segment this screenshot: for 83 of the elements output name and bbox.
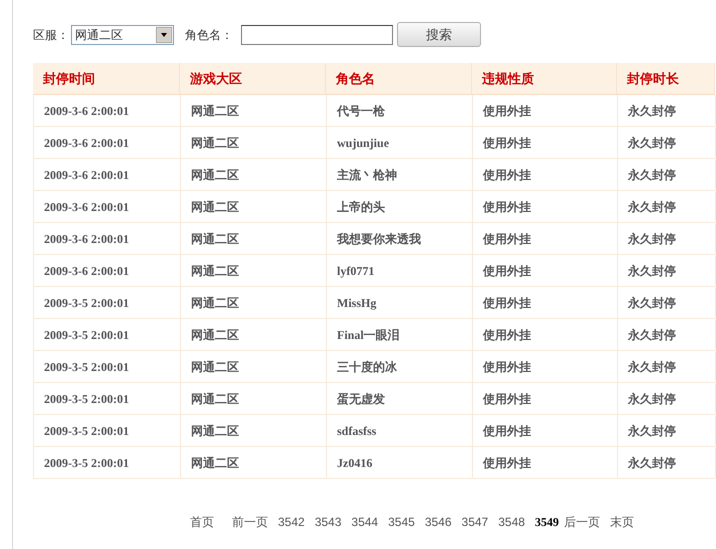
table-cell-text: MissHg [337, 294, 376, 312]
table-cell-text: 2009-3-6 2:00:01 [44, 230, 129, 248]
table-cell-text: 网通二区 [191, 102, 239, 120]
table-cell-text: 2009-3-6 2:00:01 [44, 134, 129, 152]
table-cell-text: 代号一枪 [337, 102, 385, 120]
table-cell-text: 2009-3-5 2:00:01 [44, 358, 129, 376]
table-cell-text: 网通二区 [191, 326, 239, 344]
table-cell-text: sdfasfss [337, 422, 376, 440]
table-cell-text: 使用外挂 [483, 166, 531, 184]
column-header: 角色名 [336, 70, 375, 88]
table-cell-text: 网通二区 [191, 454, 239, 472]
table-cell-text: 三十度的冰 [337, 358, 397, 376]
table-cell-text: 网通二区 [191, 166, 239, 184]
table-cell-text: 网通二区 [191, 294, 239, 312]
table-cell-text: 上帝的头 [337, 198, 385, 216]
column-header: 游戏大区 [190, 70, 242, 88]
table-cell-text: 网通二区 [191, 422, 239, 440]
table-cell-text: 使用外挂 [483, 390, 531, 408]
table-cell-text: wujunjiue [337, 134, 390, 152]
column-header: 违规性质 [482, 70, 534, 88]
page-link[interactable]: 3546 [424, 513, 452, 531]
table-cell-text: 使用外挂 [483, 294, 531, 312]
table-cell-text: 永久封停 [628, 358, 676, 376]
table-cell-text: 永久封停 [628, 198, 676, 216]
table-cell-text: 永久封停 [628, 390, 676, 408]
table-cell-text: 永久封停 [628, 294, 676, 312]
page-link[interactable]: 3548 [498, 513, 525, 531]
table-cell-text: 永久封停 [628, 422, 676, 440]
table-cell-text: Final一眼泪 [337, 326, 400, 344]
table-cell-text: 2009-3-6 2:00:01 [44, 262, 129, 280]
table-cell-text: 永久封停 [628, 326, 676, 344]
search-button[interactable]: 搜索 [397, 22, 481, 47]
table-cell-text: 使用外挂 [483, 198, 531, 216]
server-select[interactable]: 网通二区 [71, 24, 174, 44]
table-cell-text: 网通二区 [191, 358, 239, 376]
table-cell-text: 网通二区 [191, 262, 239, 280]
page-link[interactable]: 3549 [534, 513, 559, 531]
character-name-field[interactable] [241, 24, 393, 44]
table-cell-text: 永久封停 [628, 262, 676, 280]
table-cell-text: 2009-3-5 2:00:01 [44, 326, 129, 344]
table-cell-text: 使用外挂 [483, 422, 531, 440]
table-cell-text: 网通二区 [191, 198, 239, 216]
page-link[interactable]: 首页 [190, 513, 214, 531]
column-header: 封停时间 [43, 70, 95, 88]
page-link[interactable]: 3542 [278, 513, 305, 531]
table-cell-text: 永久封停 [628, 454, 676, 472]
table-cell-text: 使用外挂 [483, 454, 531, 472]
table-cell-text: 使用外挂 [483, 134, 531, 152]
dropdown-arrow-icon [156, 26, 172, 42]
table-cell-text: 永久封停 [628, 102, 676, 120]
column-header: 封停时长 [627, 70, 679, 88]
page-link[interactable]: 后一页 [564, 513, 600, 531]
server-label: 区服： [33, 26, 69, 44]
character-name-label: 角色名： [185, 26, 233, 44]
table-cell-text: 蛋无虚发 [337, 390, 385, 408]
page-link[interactable]: 3544 [351, 513, 378, 531]
page-link[interactable]: 3545 [388, 513, 415, 531]
table-cell-text: 主流丶枪神 [337, 166, 397, 184]
page-link[interactable]: 3543 [314, 513, 342, 531]
table-cell-text: 2009-3-6 2:00:01 [44, 166, 129, 184]
page-link[interactable]: 3547 [462, 513, 488, 531]
page-link[interactable]: 末页 [610, 513, 634, 531]
table-cell-text: 网通二区 [191, 230, 239, 248]
table-cell-text: 永久封停 [628, 134, 676, 152]
table-cell-text: 2009-3-5 2:00:01 [44, 390, 129, 408]
table-cell-text: lyf0771 [337, 262, 374, 280]
table-cell-text: 2009-3-6 2:00:01 [44, 102, 129, 120]
table-cell-text: 2009-3-5 2:00:01 [44, 454, 129, 472]
table-cell-text: 使用外挂 [483, 230, 531, 248]
table-cell-text: 网通二区 [191, 134, 239, 152]
table-cell-text: 使用外挂 [483, 262, 531, 280]
table-cell-text: 2009-3-5 2:00:01 [44, 422, 129, 440]
table-cell-text: 2009-3-5 2:00:01 [44, 294, 129, 312]
table-cell-text: 2009-3-6 2:00:01 [44, 198, 129, 216]
table-cell-text: 网通二区 [191, 390, 239, 408]
table-cell-text: 永久封停 [628, 230, 676, 248]
table-cell-text: 使用外挂 [483, 102, 531, 120]
table-cell-text: 我想要你来透我 [337, 230, 421, 248]
table-cell-text: 使用外挂 [483, 358, 531, 376]
table-cell-text: 使用外挂 [483, 326, 531, 344]
page-link[interactable]: 前一页 [232, 513, 268, 531]
table-cell-text: 永久封停 [628, 166, 676, 184]
table-cell-text: Jz0416 [337, 454, 372, 472]
